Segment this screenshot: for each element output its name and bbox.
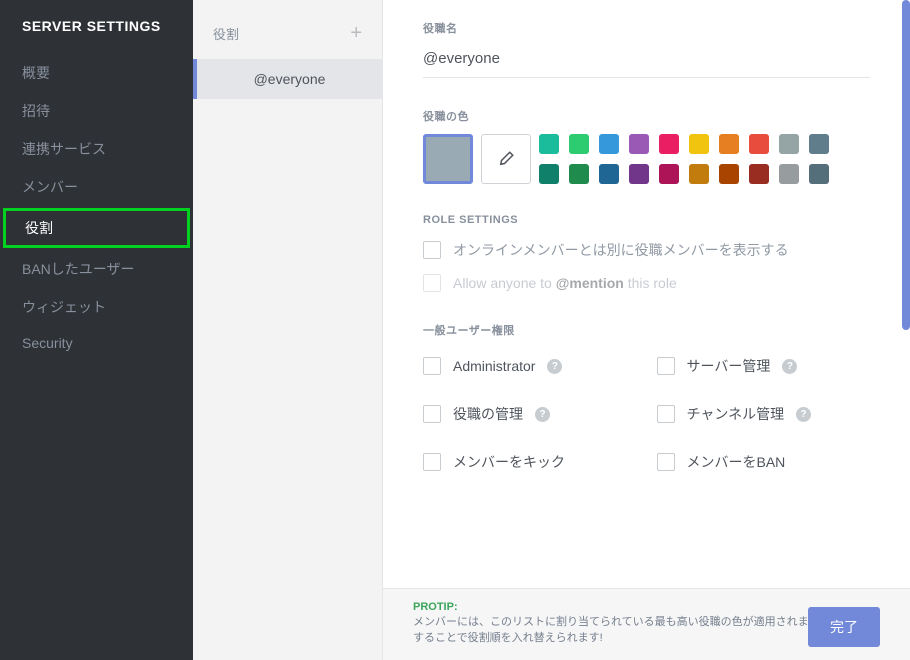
color-swatch[interactable] bbox=[539, 164, 559, 184]
color-swatch[interactable] bbox=[599, 164, 619, 184]
color-swatch[interactable] bbox=[809, 134, 829, 154]
permission-item[interactable]: Administrator? bbox=[423, 356, 637, 376]
color-swatch[interactable] bbox=[569, 164, 589, 184]
help-icon[interactable]: ? bbox=[535, 407, 550, 422]
help-icon[interactable]: ? bbox=[796, 407, 811, 422]
sidebar-title: SERVER SETTINGS bbox=[0, 18, 193, 54]
footer: PROTIP: メンバーには、このリストに割り当てられている最も高い役職の色が適… bbox=[383, 588, 910, 660]
checkbox[interactable] bbox=[423, 357, 441, 375]
checkbox[interactable] bbox=[657, 357, 675, 375]
color-swatch[interactable] bbox=[689, 134, 709, 154]
checkbox[interactable] bbox=[423, 453, 441, 471]
color-swatch[interactable] bbox=[779, 164, 799, 184]
permission-item[interactable]: 役職の管理? bbox=[423, 404, 637, 424]
checkbox bbox=[423, 274, 441, 292]
sidebar-item-ウィジェット[interactable]: ウィジェット bbox=[0, 288, 193, 326]
color-swatch[interactable] bbox=[569, 134, 589, 154]
color-default-swatch[interactable] bbox=[423, 134, 473, 184]
color-swatch[interactable] bbox=[659, 134, 679, 154]
color-swatch[interactable] bbox=[779, 134, 799, 154]
toggle-allow-mention: Allow anyone to @mention this role bbox=[423, 274, 870, 292]
roles-column: 役割 + @everyone bbox=[193, 0, 383, 660]
color-swatch[interactable] bbox=[749, 164, 769, 184]
permission-item[interactable]: メンバーをBAN bbox=[657, 452, 871, 472]
color-swatch[interactable] bbox=[659, 164, 679, 184]
eyedropper-icon bbox=[497, 150, 515, 168]
role-settings-label: ROLE SETTINGS bbox=[423, 214, 870, 226]
checkbox[interactable] bbox=[423, 241, 441, 259]
role-item[interactable]: @everyone bbox=[193, 59, 382, 99]
permission-label: 役職の管理 bbox=[453, 404, 523, 424]
color-swatch[interactable] bbox=[809, 164, 829, 184]
checkbox[interactable] bbox=[423, 405, 441, 423]
help-icon[interactable]: ? bbox=[547, 359, 562, 374]
permission-item[interactable]: チャンネル管理? bbox=[657, 404, 871, 424]
color-picker-button[interactable] bbox=[481, 134, 531, 184]
toggle-label: Allow anyone to @mention this role bbox=[453, 275, 677, 291]
settings-sidebar: SERVER SETTINGS 概要招待連携サービスメンバー役割BANしたユーザ… bbox=[0, 0, 193, 660]
sidebar-item-招待[interactable]: 招待 bbox=[0, 92, 193, 130]
add-role-button[interactable]: + bbox=[350, 22, 362, 45]
color-swatch[interactable] bbox=[719, 164, 739, 184]
toggle-label: オンラインメンバーとは別に役職メンバーを表示する bbox=[453, 240, 789, 260]
permission-label: メンバーをBAN bbox=[687, 452, 786, 472]
permission-item[interactable]: サーバー管理? bbox=[657, 356, 871, 376]
permission-label: メンバーをキック bbox=[453, 452, 565, 472]
checkbox[interactable] bbox=[657, 405, 675, 423]
permission-item[interactable]: メンバーをキック bbox=[423, 452, 637, 472]
permission-label: サーバー管理 bbox=[687, 356, 771, 376]
permission-label: Administrator bbox=[453, 358, 535, 374]
role-color-label: 役職の色 bbox=[423, 108, 870, 124]
permission-label: チャンネル管理 bbox=[687, 404, 785, 424]
sidebar-item-Security[interactable]: Security bbox=[0, 326, 193, 360]
color-swatch[interactable] bbox=[629, 134, 649, 154]
sidebar-item-メンバー[interactable]: メンバー bbox=[0, 168, 193, 206]
color-swatch[interactable] bbox=[539, 134, 559, 154]
sidebar-item-連携サービス[interactable]: 連携サービス bbox=[0, 130, 193, 168]
color-swatch[interactable] bbox=[689, 164, 709, 184]
sidebar-item-概要[interactable]: 概要 bbox=[0, 54, 193, 92]
checkbox[interactable] bbox=[657, 453, 675, 471]
roles-column-header: 役割 bbox=[213, 24, 239, 43]
role-name-value[interactable]: @everyone bbox=[423, 44, 870, 78]
sidebar-item-役割[interactable]: 役割 bbox=[3, 208, 190, 248]
general-permissions-label: 一般ユーザー権限 bbox=[423, 322, 870, 338]
sidebar-item-BANしたユーザー[interactable]: BANしたユーザー bbox=[0, 250, 193, 288]
color-swatch[interactable] bbox=[629, 164, 649, 184]
toggle-display-separately[interactable]: オンラインメンバーとは別に役職メンバーを表示する bbox=[423, 240, 870, 260]
scrollbar-thumb[interactable] bbox=[902, 0, 910, 330]
color-swatch[interactable] bbox=[599, 134, 619, 154]
help-icon[interactable]: ? bbox=[782, 359, 797, 374]
done-button[interactable]: 完了 bbox=[808, 607, 880, 647]
color-swatch[interactable] bbox=[719, 134, 739, 154]
color-swatch[interactable] bbox=[749, 134, 769, 154]
role-name-label: 役職名 bbox=[423, 20, 870, 36]
main-content: 役職名 @everyone 役職の色 ROLE SETTINGS オンラインメン… bbox=[383, 0, 910, 660]
